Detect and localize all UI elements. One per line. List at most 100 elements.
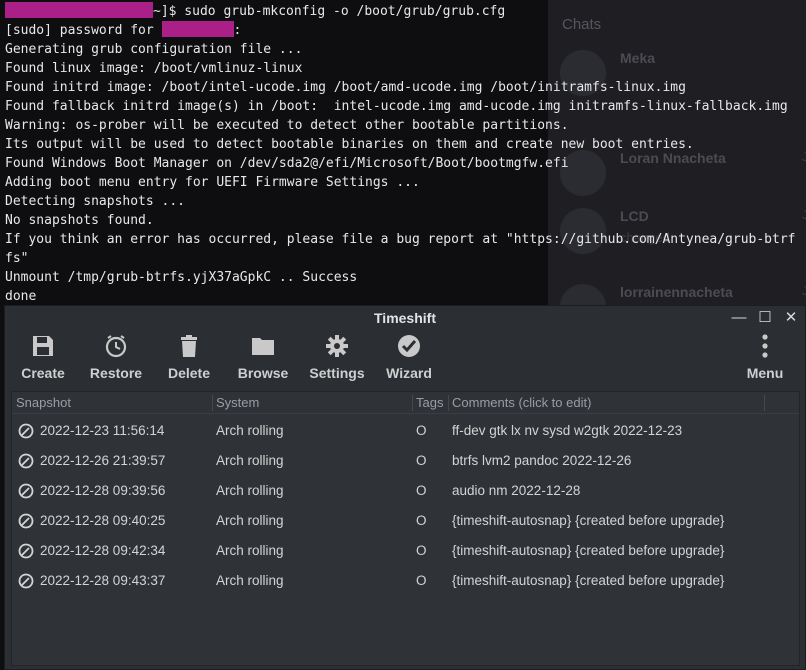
snapshot-system: Arch rolling [216,483,284,498]
snapshot-list[interactable]: Snapshot System Tags Comments (click to … [11,391,800,666]
restore-label: Restore [89,365,143,381]
maximize-button[interactable]: ☐ [755,308,775,328]
list-header: Snapshot System Tags Comments (click to … [12,392,799,414]
snapshot-comment[interactable]: {timeshift-autosnap} {created before upg… [452,543,724,558]
terminal-text: : [233,23,242,38]
column-separator[interactable] [212,395,213,411]
wizard-button[interactable]: Wizard [383,331,435,387]
table-row[interactable]: 2022-12-28 09:39:56 Arch rolling Oaudio nm… [12,476,799,506]
trash-icon [181,335,197,357]
snapshot-icon [18,513,34,529]
terminal-line: Found initrd image: /boot/intel-ucode.im… [5,78,686,97]
timeshift-window: Timeshift — ☐ ✕ Create Restore Delete Br… [4,305,806,670]
snapshot-tags: O [416,573,427,588]
redacted-block [161,21,234,37]
menu-button[interactable]: Menu [741,331,789,387]
browse-button[interactable]: Browse [235,331,291,387]
create-label: Create [21,365,65,381]
snapshot-icon [18,573,34,589]
terminal-text: Found fallback initrd image(s) in /boot:… [5,99,788,114]
terminal-line: Unmount /tmp/grub-btrfs.yjX37aGpkC .. Su… [5,268,357,287]
snapshot-icon [18,543,34,559]
snapshot-tags: O [416,423,427,438]
snapshot-date: 2022-12-28 09:39:56 [40,483,166,498]
terminal-text: Warning: os-prober will be executed to d… [5,118,569,133]
column-snapshot[interactable]: Snapshot [16,395,71,410]
terminal-line: Adding boot menu entry for UEFI Firmware… [5,173,420,192]
snapshot-icon [18,423,34,439]
table-row[interactable]: 2022-12-23 11:56:14 Arch rolling Off-dev g… [12,416,799,446]
snapshot-date: 2022-12-28 09:42:34 [40,543,166,558]
snapshot-system: Arch rolling [216,513,284,528]
column-separator[interactable] [764,395,765,411]
terminal-line: Found linux image: /boot/vmlinuz-linux [5,59,302,78]
column-comments[interactable]: Comments (click to edit) [452,395,591,410]
table-row[interactable]: 2022-12-28 09:40:25 Arch rolling O {timeshi… [12,506,799,536]
settings-button[interactable]: Settings [307,331,367,387]
terminal-line: Detecting snapshots ... [5,192,185,211]
clock-icon [105,335,127,358]
checkmark-icon [398,335,420,357]
terminal-line: Warning: os-prober will be executed to d… [5,116,569,135]
column-system[interactable]: System [216,395,259,410]
snapshot-icon [18,453,34,469]
terminal-text: done [5,289,37,304]
terminal-line: Its output will be used to detect bootab… [5,135,694,154]
snapshot-date: 2022-12-23 11:56:14 [40,423,165,438]
snapshot-date: 2022-12-28 09:43:37 [40,573,166,588]
redacted-block [5,2,153,18]
column-separator[interactable] [412,395,413,411]
terminal-line: Found Windows Boot Manager on /dev/sda2@… [5,154,569,173]
title-bar[interactable]: Timeshift — ☐ ✕ [5,306,805,330]
column-tags[interactable]: Tags [416,395,443,410]
terminal-text: If you think an error has occurred, plea… [5,232,796,247]
terminal-text: Unmount /tmp/grub-btrfs.yjX37aGpkC .. Su… [5,270,358,285]
terminal-text: Found Windows Boot Manager on /dev/sda2@… [5,156,569,171]
table-row[interactable]: 2022-12-28 09:43:37 Arch rolling O {timeshi… [12,566,799,596]
terminal-text: Detecting snapshots ... [5,194,186,209]
close-button[interactable]: ✕ [781,308,801,328]
create-button[interactable]: Create [19,331,67,387]
wizard-label: Wizard [386,365,432,381]
restore-button[interactable]: Restore [87,331,145,387]
snapshot-tags: O [416,543,427,558]
save-icon [33,336,53,356]
terminal-line: No snapshots found. [5,211,154,230]
table-row[interactable]: 2022-12-26 21:39:57 Arch rolling Obtrfs lv… [12,446,799,476]
delete-button[interactable]: Delete [165,331,213,387]
terminal-line: If you think an error has occurred, plea… [5,230,796,249]
snapshot-system: Arch rolling [216,423,284,438]
snapshot-system: Arch rolling [216,453,284,468]
terminal-text: fs" [5,251,29,266]
toolbar: Create Restore Delete Browse Settings Wi… [5,331,805,389]
terminal-text: Generating grub configuration file ... [5,42,303,57]
browse-label: Browse [237,365,289,381]
snapshot-comment[interactable]: {timeshift-autosnap} {created before upg… [452,573,724,588]
snapshot-comment[interactable]: {timeshift-autosnap} {created before upg… [452,513,724,528]
snapshot-tags: O [416,513,427,528]
terminal-line: [sudo] password for : [5,21,241,40]
terminal-output: ~]$ sudo grub-mkconfig -o /boot/grub/gru… [0,0,806,305]
snapshot-icon [18,483,34,499]
terminal-line: ~]$ sudo grub-mkconfig -o /boot/grub/gru… [5,2,505,21]
menu-label: Menu [746,365,784,381]
terminal-text: ~]$ sudo grub-mkconfig -o /boot/grub/gru… [153,4,506,19]
terminal-text: Adding boot menu entry for UEFI Firmware… [5,175,420,190]
snapshot-system: Arch rolling [216,573,284,588]
gear-icon [326,335,348,357]
snapshot-tags: O [416,483,427,498]
snapshot-comment[interactable]: ff-dev gtk lx nv sysd w2gtk 2022-12-23 [452,423,682,438]
terminal-line: Found fallback initrd image(s) in /boot:… [5,97,788,116]
delete-label: Delete [167,365,211,381]
terminal-line: fs" [5,249,28,268]
table-row[interactable]: 2022-12-28 09:42:34 Arch rolling O {timeshi… [12,536,799,566]
window-title: Timeshift [374,310,436,326]
settings-label: Settings [309,365,365,381]
snapshot-comment[interactable]: audio nm 2022-12-28 [452,483,580,498]
snapshot-comment[interactable]: btrfs lvm2 pandoc 2022-12-26 [452,453,631,468]
kebab-menu-icon [762,334,768,358]
snapshot-tags: O [416,453,427,468]
column-separator[interactable] [448,395,449,411]
minimize-button[interactable]: — [729,308,749,328]
terminal-text: Its output will be used to detect bootab… [5,137,694,152]
